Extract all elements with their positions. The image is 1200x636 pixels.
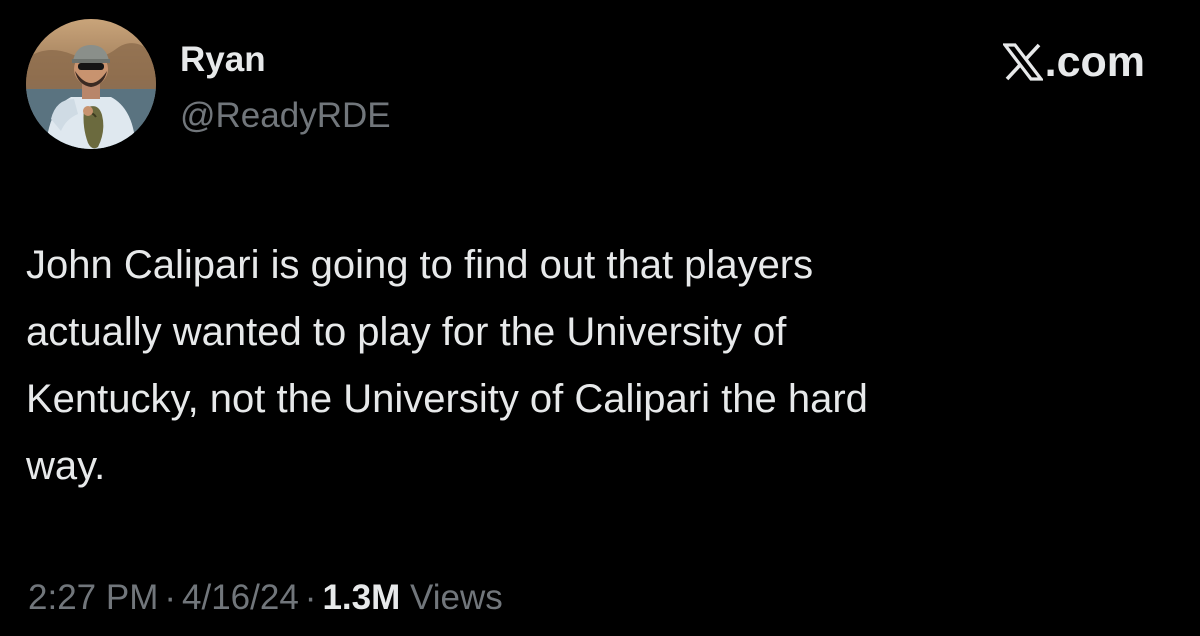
views-count[interactable]: 1.3M (322, 578, 400, 617)
author-display-name[interactable]: Ryan (180, 40, 266, 80)
source-watermark: .com (1002, 38, 1145, 86)
avatar[interactable] (26, 19, 156, 149)
tweet-card: Ryan @ReadyRDE .com John Calipari is goi… (0, 0, 1200, 636)
tweet-text-line: actually wanted to play for the Universi… (26, 310, 787, 354)
tweet-time[interactable]: 2:27 PM (28, 578, 158, 617)
x-logo-icon (1002, 43, 1043, 81)
source-label: .com (1044, 38, 1145, 86)
fisherman-photo-icon (26, 19, 156, 149)
views-label: Views (410, 578, 503, 617)
tweet-text-line: way. (26, 444, 106, 488)
tweet-text: John Calipari is going to find out that … (26, 232, 1166, 500)
meta-separator: · (304, 578, 317, 617)
tweet-meta: 2:27 PM · 4/16/24 · 1.3M Views (28, 578, 503, 618)
author-handle[interactable]: @ReadyRDE (180, 96, 391, 136)
meta-separator: · (164, 578, 177, 617)
tweet-text-line: Kentucky, not the University of Calipari… (26, 377, 868, 421)
tweet-date[interactable]: 4/16/24 (182, 578, 299, 617)
tweet-text-line: John Calipari is going to find out that … (26, 243, 814, 287)
